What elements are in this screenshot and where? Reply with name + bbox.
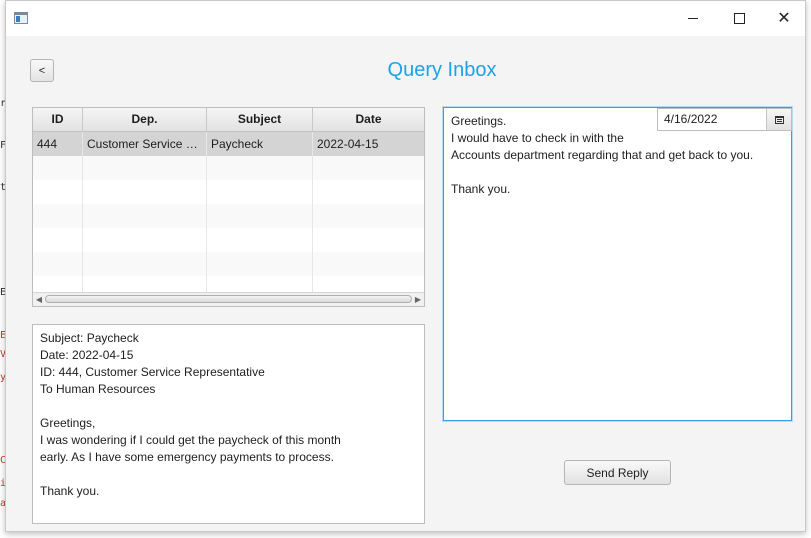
table-row[interactable]: 444Customer Service RepresentativePayche… [33,132,424,156]
table-cell-dep: Customer Service Representative [83,132,207,156]
column-header-id[interactable]: ID [33,108,83,131]
message-line: Greetings, [40,416,96,430]
table-cell-id [33,228,83,252]
close-icon: ✕ [777,9,791,27]
maximize-button[interactable] [716,1,762,36]
message-line: To Human Resources [40,382,156,396]
table-row-empty[interactable] [33,180,424,204]
minimize-icon [688,18,698,19]
table-row-empty[interactable] [33,252,424,276]
table-cell-id [33,252,83,276]
message-line: Thank you. [40,484,100,498]
message-line: early. As I have some emergency payments… [40,450,334,464]
table-cell-date [313,228,424,252]
reply-line [451,164,784,181]
message-line: Subject: Paycheck [40,331,139,345]
reply-line: Accounts department regarding that and g… [451,148,754,162]
column-header-dep[interactable]: Dep. [83,108,207,131]
column-header-subject[interactable]: Subject [207,108,313,131]
table-row-empty[interactable] [33,156,424,180]
date-input[interactable]: 4/16/2022 [658,109,766,130]
scroll-left-icon[interactable]: ◀ [33,294,45,305]
horizontal-scrollbar[interactable]: ◀ ▶ [33,292,424,306]
scrollbar-thumb[interactable] [45,295,412,303]
table-cell-date [313,252,424,276]
column-header-date[interactable]: Date [313,108,424,131]
table-cell-dep [83,156,207,180]
table-header: ID Dep. Subject Date [33,108,424,132]
message-line [40,398,417,415]
send-reply-button[interactable]: Send Reply [564,460,671,485]
table-cell-date: 2022-04-15 [313,132,424,156]
table-cell-subject [207,204,313,228]
message-line: Date: 2022-04-15 [40,348,134,362]
maximize-icon [733,13,745,24]
calendar-button[interactable] [766,109,791,130]
reply-date-picker[interactable]: 4/16/2022 [657,108,792,131]
minimize-button[interactable] [670,1,716,36]
reply-textarea[interactable]: Greetings. I would have to check in with … [443,107,792,421]
table-cell-dep [83,180,207,204]
table-cell-subject [207,156,313,180]
table-cell-dep [83,228,207,252]
table-cell-date [313,204,424,228]
reply-line: Thank you. [451,182,511,196]
calendar-icon [774,115,784,124]
table-cell-id [33,156,83,180]
table-cell-date [313,180,424,204]
query-message-view[interactable]: Subject: Paycheck Date: 2022-04-15 ID: 444… [32,324,425,524]
table-cell-subject: Paycheck [207,132,313,156]
reply-line: I would have to check in with the [451,131,624,145]
scroll-right-icon[interactable]: ▶ [412,294,424,305]
table-cell-subject [207,228,313,252]
table-cell-id [33,180,83,204]
table-cell-dep [83,204,207,228]
table-cell-subject [207,180,313,204]
table-cell-id [33,204,83,228]
query-inbox-window: ✕ < Query Inbox ID Dep. Subject Date 444… [5,0,806,532]
close-button[interactable]: ✕ [761,1,807,36]
app-icon [14,12,28,24]
title-bar: ✕ [6,1,805,36]
page-title: Query Inbox [387,59,497,81]
back-button[interactable]: < [30,59,54,82]
table-cell-dep [83,252,207,276]
message-line [40,466,417,483]
table-cell-date [313,156,424,180]
table-row-empty[interactable] [33,204,424,228]
table-cell-subject [207,252,313,276]
query-table: ID Dep. Subject Date 444 Customer Service… [32,107,425,307]
table-cell-id: 444 [33,132,83,156]
message-line: I was wondering if I could get the paych… [40,433,341,447]
message-line: ID: 444, Customer Service Representative [40,365,265,379]
table-row-empty[interactable] [33,228,424,252]
